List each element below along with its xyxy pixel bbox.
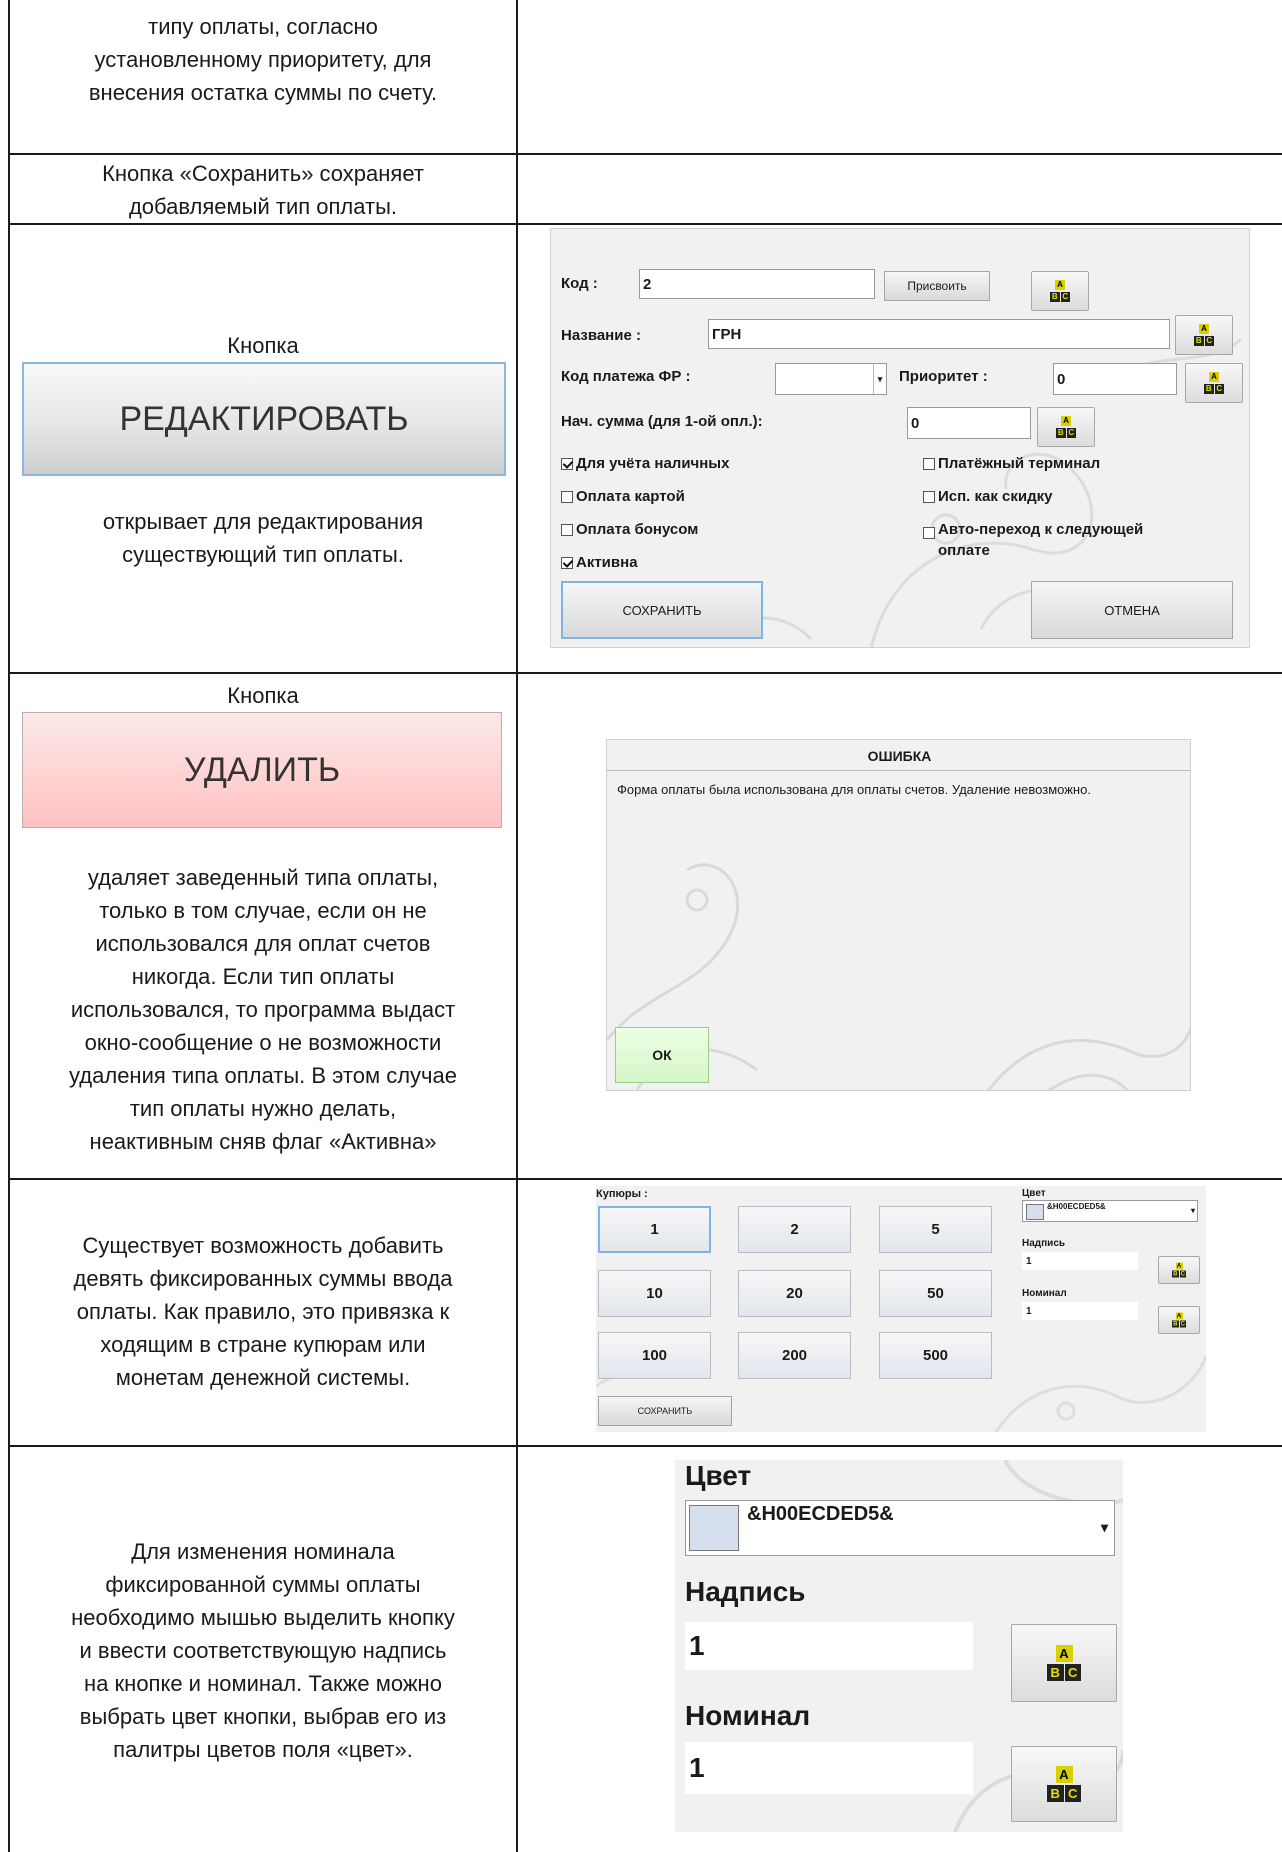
row3-text: открывает для редактирования существующи… — [102, 509, 424, 567]
cancel-button[interactable]: ОТМЕНА — [1031, 581, 1233, 639]
checkbox-terminal[interactable]: Платёжный терминал — [923, 455, 1100, 472]
row6-text: Для изменения номинала фиксированной сум… — [71, 1539, 455, 1762]
abc-icon: ABC — [1204, 372, 1224, 394]
color-swatch — [1026, 1204, 1044, 1220]
payment-type-form: Код : 2 Присвоить ABC Название : ГРН ABC… — [550, 228, 1250, 648]
keyboard-button[interactable]: ABC — [1037, 407, 1095, 447]
delete-button-label: УДАЛИТЬ — [183, 750, 341, 789]
save-button[interactable]: СОХРАНИТЬ — [561, 581, 763, 639]
denom-button[interactable]: 10 — [598, 1270, 711, 1317]
abc-icon: ABC — [1047, 1766, 1081, 1802]
abc-icon: ABC — [1172, 1312, 1186, 1328]
row2-text: Кнопка «Сохранить» сохраняет добавляемый… — [102, 161, 424, 219]
denom-button[interactable]: 1 — [598, 1206, 711, 1253]
edit-button[interactable]: РЕДАКТИРОВАТЬ — [22, 362, 506, 476]
name-input[interactable]: ГРН — [708, 319, 1170, 349]
dialog-message: Форма оплаты была использована для оплат… — [617, 782, 1091, 797]
color-label: Цвет — [1022, 1188, 1046, 1199]
keyboard-button[interactable]: ABC — [1185, 363, 1243, 403]
fr-code-select[interactable]: ▾ — [775, 363, 887, 395]
abc-icon: ABC — [1172, 1262, 1186, 1278]
row1-text: типу оплаты, согласно установленному при… — [88, 14, 438, 105]
checkbox-empty — [923, 457, 935, 470]
checkbox-card[interactable]: Оплата картой — [561, 488, 685, 505]
start-sum-input[interactable]: 0 — [907, 407, 1031, 439]
color-swatch — [689, 1505, 739, 1551]
nominal-label: Номинал — [1022, 1288, 1067, 1299]
assign-button[interactable]: Присвоить — [884, 271, 990, 301]
priority-input[interactable]: 0 — [1053, 363, 1177, 395]
color-select[interactable]: &H00ECDED5& ▾ — [1022, 1200, 1198, 1222]
row3-caption: Кнопка — [227, 333, 299, 358]
checkbox-empty — [561, 523, 573, 536]
table-row-divider — [8, 1178, 1282, 1180]
table-row-divider — [8, 672, 1282, 674]
keyboard-button[interactable]: ABC — [1011, 1746, 1117, 1822]
name-label: Название : — [561, 327, 641, 344]
row4-caption: Кнопка — [227, 683, 299, 708]
nominal-input[interactable]: 1 — [1022, 1302, 1138, 1320]
bills-label: Купюры : — [596, 1188, 648, 1200]
priority-label: Приоритет : — [899, 368, 988, 385]
checkbox-empty — [561, 490, 573, 503]
error-dialog: ОШИБКА Форма оплаты была использована дл… — [606, 739, 1191, 1091]
keyboard-button[interactable]: ABC — [1175, 315, 1233, 355]
keyboard-button[interactable]: ABC — [1031, 271, 1089, 311]
zoom-caption-input[interactable]: 1 — [685, 1622, 973, 1670]
banknotes-panel: Купюры : 1 2 5 10 20 50 100 200 500 СОХР… — [596, 1186, 1206, 1432]
abc-icon: ABC — [1047, 1645, 1081, 1681]
row4-text: удаляет заведенный типа оплаты, только в… — [69, 865, 457, 1154]
denom-button[interactable]: 5 — [879, 1206, 992, 1253]
ok-button[interactable]: ОК — [615, 1027, 709, 1083]
checkbox-checked — [561, 457, 573, 470]
edit-button-label: РЕДАКТИРОВАТЬ — [119, 399, 409, 438]
abc-icon: ABC — [1056, 416, 1076, 438]
table-row-divider — [8, 223, 1282, 225]
fr-code-label: Код платежа ФР : — [561, 368, 691, 385]
keyboard-button[interactable]: ABC — [1158, 1256, 1200, 1284]
checkbox-auto-next[interactable]: Авто-переход к следующей оплате — [923, 519, 1143, 561]
caption-label: Надпись — [1022, 1238, 1066, 1249]
checkbox-active[interactable]: Активна — [561, 554, 638, 571]
checkbox-bonus[interactable]: Оплата бонусом — [561, 521, 698, 538]
caption-input[interactable]: 1 — [1022, 1252, 1138, 1270]
denom-button[interactable]: 100 — [598, 1332, 711, 1379]
denom-button[interactable]: 50 — [879, 1270, 992, 1317]
table-row-divider — [8, 153, 1282, 155]
chevron-down-icon: ▾ — [1100, 1519, 1108, 1535]
checkbox-empty — [923, 490, 935, 503]
denom-button[interactable]: 2 — [738, 1206, 851, 1253]
delete-button[interactable]: УДАЛИТЬ — [22, 712, 502, 828]
code-label: Код : — [561, 275, 598, 292]
chevron-down-icon: ▾ — [1190, 1206, 1195, 1215]
button-properties-zoom: Цвет &H00ECDED5& ▾ Надпись 1 ABC Номинал… — [675, 1460, 1123, 1832]
start-sum-label: Нач. сумма (для 1-ой опл.): — [561, 413, 763, 430]
table-row-divider — [8, 1445, 1282, 1447]
dialog-title: ОШИБКА — [867, 748, 932, 764]
abc-icon: ABC — [1194, 324, 1214, 346]
denom-button[interactable]: 200 — [738, 1332, 851, 1379]
keyboard-button[interactable]: ABC — [1011, 1624, 1117, 1702]
code-input[interactable]: 2 — [639, 269, 875, 299]
save-button[interactable]: СОХРАНИТЬ — [598, 1396, 732, 1426]
zoom-caption-label: Надпись — [685, 1576, 806, 1607]
zoom-nominal-label: Номинал — [685, 1700, 811, 1731]
checkbox-discount[interactable]: Исп. как скидку — [923, 488, 1053, 505]
zoom-color-select[interactable]: &H00ECDED5& ▾ — [685, 1500, 1115, 1556]
row5-text: Существует возможность добавить девять ф… — [73, 1233, 453, 1390]
keyboard-button[interactable]: ABC — [1158, 1306, 1200, 1334]
zoom-color-label: Цвет — [685, 1460, 752, 1491]
dialog-divider — [607, 770, 1190, 771]
denom-button[interactable]: 20 — [738, 1270, 851, 1317]
checkbox-cash[interactable]: Для учёта наличных — [561, 455, 729, 472]
checkbox-checked — [561, 556, 573, 569]
denom-button[interactable]: 500 — [879, 1332, 992, 1379]
chevron-down-icon: ▾ — [873, 364, 886, 394]
checkbox-empty — [923, 527, 935, 539]
table-border-middle — [516, 0, 518, 1852]
zoom-nominal-input[interactable]: 1 — [685, 1742, 973, 1794]
abc-icon: ABC — [1050, 280, 1070, 302]
